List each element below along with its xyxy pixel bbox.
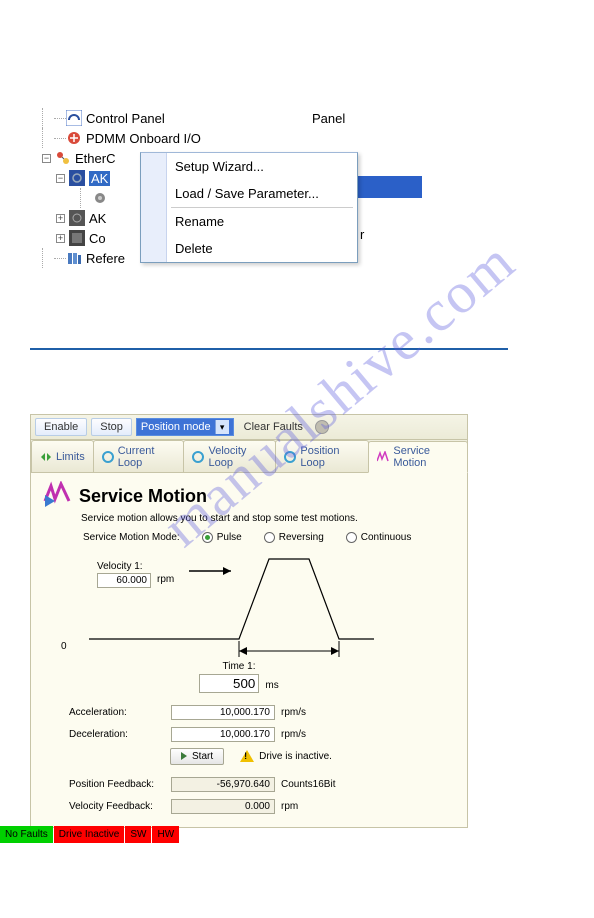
mode-select[interactable]: Position mode ▾ <box>136 418 234 436</box>
radio-icon <box>346 532 357 543</box>
radio-continuous[interactable]: Continuous <box>346 532 412 543</box>
tree-label: PDMM Onboard I/O <box>86 131 201 146</box>
current-icon <box>102 451 114 463</box>
bus-icon <box>55 150 71 166</box>
tree-label: AK <box>89 211 106 226</box>
menu-setup-wizard[interactable]: Setup Wizard... <box>141 153 357 180</box>
tree-label: EtherC <box>75 151 115 166</box>
tab-current-loop[interactable]: Current Loop <box>93 440 185 472</box>
zero-label: 0 <box>61 641 67 652</box>
collapse-icon[interactable]: − <box>56 174 65 183</box>
velfb-label: Velocity Feedback: <box>69 801 165 812</box>
section-divider <box>30 348 508 350</box>
service-motion-content: Service Motion Service motion allows you… <box>31 473 467 827</box>
status-drive-inactive: Drive Inactive <box>54 826 125 843</box>
selection-highlight <box>358 176 422 198</box>
enable-button[interactable]: Enable <box>35 418 87 436</box>
radio-icon <box>202 532 213 543</box>
accel-unit: rpm/s <box>281 707 351 718</box>
tab-velocity-loop[interactable]: Velocity Loop <box>183 440 276 472</box>
accel-input[interactable] <box>171 705 275 720</box>
posfb-value <box>171 777 275 792</box>
collapse-icon[interactable]: − <box>42 154 51 163</box>
time1-label: Time 1: <box>69 661 409 672</box>
stop-button[interactable]: Stop <box>91 418 132 436</box>
drive-inactive-warning: Drive is inactive. <box>240 750 332 762</box>
play-icon <box>181 752 187 760</box>
posfb-unit: Counts16Bit <box>281 779 351 790</box>
decel-unit: rpm/s <box>281 729 351 740</box>
tree-truncated-label: r <box>360 227 364 242</box>
chevron-down-icon: ▾ <box>215 420 229 434</box>
io-icon <box>66 130 82 146</box>
drive-icon <box>69 170 85 186</box>
tree-label: Co <box>89 231 106 246</box>
gear-icon[interactable] <box>315 420 329 434</box>
context-menu: Setup Wizard... Load / Save Parameter...… <box>140 152 358 263</box>
clear-faults-button[interactable]: Clear Faults <box>238 419 309 435</box>
expand-icon[interactable]: + <box>56 234 65 243</box>
expand-icon[interactable]: + <box>56 214 65 223</box>
page-subtitle: Service motion allows you to start and s… <box>81 513 455 524</box>
library-icon <box>66 250 82 266</box>
service-motion-icon <box>43 481 73 511</box>
velocity1-input[interactable] <box>97 573 151 588</box>
service-icon <box>377 451 389 463</box>
posfb-label: Position Feedback: <box>69 779 165 790</box>
velocity1-label: Velocity 1: <box>97 561 143 572</box>
start-button[interactable]: Start <box>170 748 224 765</box>
velfb-unit: rpm <box>281 801 351 812</box>
gear-icon <box>92 190 108 206</box>
time1-input[interactable] <box>199 674 259 693</box>
velfb-value <box>171 799 275 814</box>
menu-load-save[interactable]: Load / Save Parameter... <box>141 180 357 207</box>
limits-icon <box>40 451 52 463</box>
mode-label: Service Motion Mode: <box>83 532 180 543</box>
warning-icon <box>240 750 254 762</box>
controller-icon <box>69 230 85 246</box>
status-bar: No Faults Drive Inactive SW HW <box>0 826 594 843</box>
tree-right-label: Panel <box>312 111 345 126</box>
dial-icon <box>66 110 82 126</box>
radio-pulse[interactable]: Pulse <box>202 532 242 543</box>
decel-label: Deceleration: <box>69 729 165 740</box>
page-title: Service Motion <box>79 486 207 507</box>
tree-item-pdmm[interactable]: PDMM Onboard I/O <box>42 128 467 148</box>
velocity-icon <box>192 451 204 463</box>
radio-reversing[interactable]: Reversing <box>264 532 324 543</box>
menu-delete[interactable]: Delete <box>141 235 357 262</box>
toolbar: Enable Stop Position mode ▾ Clear Faults <box>31 415 467 440</box>
tree-label: Control Panel <box>86 111 165 126</box>
menu-rename[interactable]: Rename <box>141 208 357 235</box>
time1-unit: ms <box>265 680 278 691</box>
drive-config-panel: Enable Stop Position mode ▾ Clear Faults… <box>30 414 468 828</box>
tab-strip: Limits Current Loop Velocity Loop Positi… <box>31 440 467 473</box>
mode-value: Position mode <box>141 421 211 433</box>
accel-label: Acceleration: <box>69 707 165 718</box>
status-no-faults: No Faults <box>0 826 53 843</box>
radio-icon <box>264 532 275 543</box>
tree-item-control-panel[interactable]: Control Panel Panel <box>42 108 467 128</box>
tab-position-loop[interactable]: Position Loop <box>275 440 369 472</box>
tree-label: Refere <box>86 251 125 266</box>
position-icon <box>284 451 296 463</box>
status-sw: SW <box>125 826 151 843</box>
drive-icon <box>69 210 85 226</box>
velocity1-unit: rpm <box>157 574 174 585</box>
status-hw: HW <box>152 826 179 843</box>
tab-limits[interactable]: Limits <box>31 440 94 472</box>
tree-label: AK <box>89 171 110 186</box>
decel-input[interactable] <box>171 727 275 742</box>
tab-service-motion[interactable]: Service Motion <box>368 441 468 473</box>
